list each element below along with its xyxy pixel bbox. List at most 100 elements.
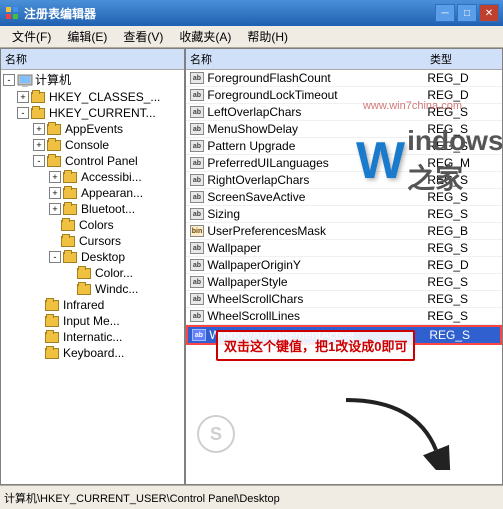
maximize-button[interactable]: □ bbox=[457, 4, 477, 22]
tree-item-desktop-windc[interactable]: Windc... bbox=[1, 281, 184, 297]
folder-icon bbox=[63, 188, 77, 199]
reg-row[interactable]: ab PreferredUILanguages REG_M bbox=[186, 155, 502, 172]
expand-icon[interactable]: + bbox=[49, 187, 61, 199]
col-header-type: 类型 bbox=[430, 51, 498, 67]
tree-item-hkcu[interactable]: - HKEY_CURRENT... bbox=[1, 105, 184, 121]
tree-item-cursors[interactable]: Cursors bbox=[1, 233, 184, 249]
folder-icon bbox=[31, 108, 45, 119]
reg-row[interactable]: bin UserPreferencesMask REG_B bbox=[186, 223, 502, 240]
reg-row[interactable]: ab MenuShowDelay REG_S bbox=[186, 121, 502, 138]
menu-edit[interactable]: 编辑(E) bbox=[59, 26, 115, 47]
tree-label: Input Me... bbox=[63, 314, 120, 328]
tree-label: Console bbox=[65, 138, 109, 152]
tree-label: AppEvents bbox=[65, 122, 123, 136]
tree-label: Appearan... bbox=[81, 186, 143, 200]
reg-row[interactable]: ab WheelScrollLines REG_S bbox=[186, 308, 502, 325]
minimize-button[interactable]: ─ bbox=[435, 4, 455, 22]
reg-icon: ab bbox=[190, 310, 204, 322]
folder-icon bbox=[61, 220, 75, 231]
menu-favorites[interactable]: 收藏夹(A) bbox=[171, 26, 239, 47]
close-button[interactable]: ✕ bbox=[479, 4, 499, 22]
reg-name: WheelScrollLines bbox=[207, 309, 427, 323]
tree-item-appearance[interactable]: + Appearan... bbox=[1, 185, 184, 201]
expand-icon[interactable]: - bbox=[33, 155, 45, 167]
tree-label: Windc... bbox=[95, 282, 138, 296]
tree-item-keyboard[interactable]: Keyboard... bbox=[1, 345, 184, 361]
folder-icon bbox=[63, 252, 77, 263]
tree-item-infrared[interactable]: Infrared bbox=[1, 297, 184, 313]
tree-label: Bluetoot... bbox=[81, 202, 135, 216]
tree-content[interactable]: - 计算机 + HKEY_CLASSES_... - HKEY_CURRENT.… bbox=[1, 70, 184, 484]
reg-type: REG_M bbox=[427, 156, 498, 170]
tree-item-desktop[interactable]: - Desktop bbox=[1, 249, 184, 265]
tree-item-console[interactable]: + Console bbox=[1, 137, 184, 153]
expand-icon[interactable]: + bbox=[33, 123, 45, 135]
window-title: 注册表编辑器 bbox=[24, 5, 435, 22]
folder-icon bbox=[47, 124, 61, 135]
tree-item-hkcr[interactable]: + HKEY_CLASSES_... bbox=[1, 89, 184, 105]
expand-icon[interactable]: - bbox=[3, 74, 15, 86]
reg-row[interactable]: ab Pattern Upgrade REG_S bbox=[186, 138, 502, 155]
tree-item-colors[interactable]: Colors bbox=[1, 217, 184, 233]
tree-label: Infrared bbox=[63, 298, 104, 312]
tree-item-controlpanel[interactable]: - Control Panel bbox=[1, 153, 184, 169]
menu-help[interactable]: 帮助(H) bbox=[239, 26, 296, 47]
reg-type: REG_S bbox=[429, 328, 496, 342]
expand-icon[interactable]: - bbox=[17, 107, 29, 119]
reg-row[interactable]: ab ForegroundFlashCount REG_D bbox=[186, 70, 502, 87]
reg-name: PreferredUILanguages bbox=[207, 156, 427, 170]
reg-icon: ab bbox=[192, 329, 206, 341]
reg-icon: ab bbox=[190, 72, 204, 84]
reg-row[interactable]: ab ScreenSaveActive REG_S bbox=[186, 189, 502, 206]
tree-item-inputmethod[interactable]: Input Me... bbox=[1, 313, 184, 329]
folder-icon bbox=[63, 172, 77, 183]
registry-list[interactable]: ab ForegroundFlashCount REG_D ab Foregro… bbox=[186, 70, 502, 484]
reg-row[interactable]: ab Sizing REG_S bbox=[186, 206, 502, 223]
reg-name: WallpaperStyle bbox=[207, 275, 427, 289]
reg-row[interactable]: ab RightOverlapChars REG_S bbox=[186, 172, 502, 189]
reg-row[interactable]: ab Wallpaper REG_S bbox=[186, 240, 502, 257]
status-path: 计算机\HKEY_CURRENT_USER\Control Panel\Desk… bbox=[4, 490, 280, 506]
reg-row[interactable]: ab WallpaperOriginY REG_D bbox=[186, 257, 502, 274]
tree-item-desktop-colors[interactable]: Color... bbox=[1, 265, 184, 281]
app-icon bbox=[4, 5, 20, 21]
expand-icon[interactable]: + bbox=[17, 91, 29, 103]
folder-icon bbox=[45, 348, 59, 359]
tree-item-appevents[interactable]: + AppEvents bbox=[1, 121, 184, 137]
reg-name: UserPreferencesMask bbox=[207, 224, 427, 238]
tree-label: 计算机 bbox=[35, 71, 71, 88]
right-panel: 名称 类型 ab ForegroundFlashCount REG_D ab F… bbox=[186, 49, 502, 484]
menu-file[interactable]: 文件(F) bbox=[4, 26, 59, 47]
reg-row-selected[interactable]: ab WindowArrangementActive REG_S bbox=[186, 325, 502, 345]
tree-item-international[interactable]: Internatic... bbox=[1, 329, 184, 345]
tree-item-computer[interactable]: - 计算机 bbox=[1, 70, 184, 89]
folder-icon bbox=[45, 332, 59, 343]
tree-label: Keyboard... bbox=[63, 346, 124, 360]
site-logo-watermark: S bbox=[196, 414, 236, 454]
computer-icon bbox=[17, 73, 33, 87]
expand-icon[interactable]: + bbox=[33, 139, 45, 151]
reg-icon: ab bbox=[190, 242, 204, 254]
reg-type: REG_S bbox=[427, 190, 498, 204]
expand-icon[interactable]: - bbox=[49, 251, 61, 263]
tree-label: Internatic... bbox=[63, 330, 122, 344]
expand-icon[interactable]: + bbox=[49, 203, 61, 215]
reg-icon: ab bbox=[190, 157, 204, 169]
tree-item-bluetooth[interactable]: + Bluetoot... bbox=[1, 201, 184, 217]
menu-view[interactable]: 查看(V) bbox=[115, 26, 171, 47]
reg-icon: ab bbox=[190, 293, 204, 305]
reg-name: MenuShowDelay bbox=[207, 122, 427, 136]
tree-label: HKEY_CLASSES_... bbox=[49, 90, 160, 104]
tree-panel: 名称 - 计算机 + HKEY_CLASSES_... - HKEY_CURRE… bbox=[1, 49, 186, 484]
arrow-icon bbox=[336, 390, 456, 470]
reg-row[interactable]: ab ForegroundLockTimeout REG_D bbox=[186, 87, 502, 104]
reg-name: WallpaperOriginY bbox=[207, 258, 427, 272]
reg-type: REG_S bbox=[427, 139, 498, 153]
reg-name: ScreenSaveActive bbox=[207, 190, 427, 204]
tree-label: Color... bbox=[95, 266, 133, 280]
reg-row[interactable]: ab LeftOverlapChars REG_S bbox=[186, 104, 502, 121]
reg-row[interactable]: ab WallpaperStyle REG_S bbox=[186, 274, 502, 291]
reg-row[interactable]: ab WheelScrollChars REG_S bbox=[186, 291, 502, 308]
tree-item-accessibility[interactable]: + Accessibi... bbox=[1, 169, 184, 185]
expand-icon[interactable]: + bbox=[49, 171, 61, 183]
